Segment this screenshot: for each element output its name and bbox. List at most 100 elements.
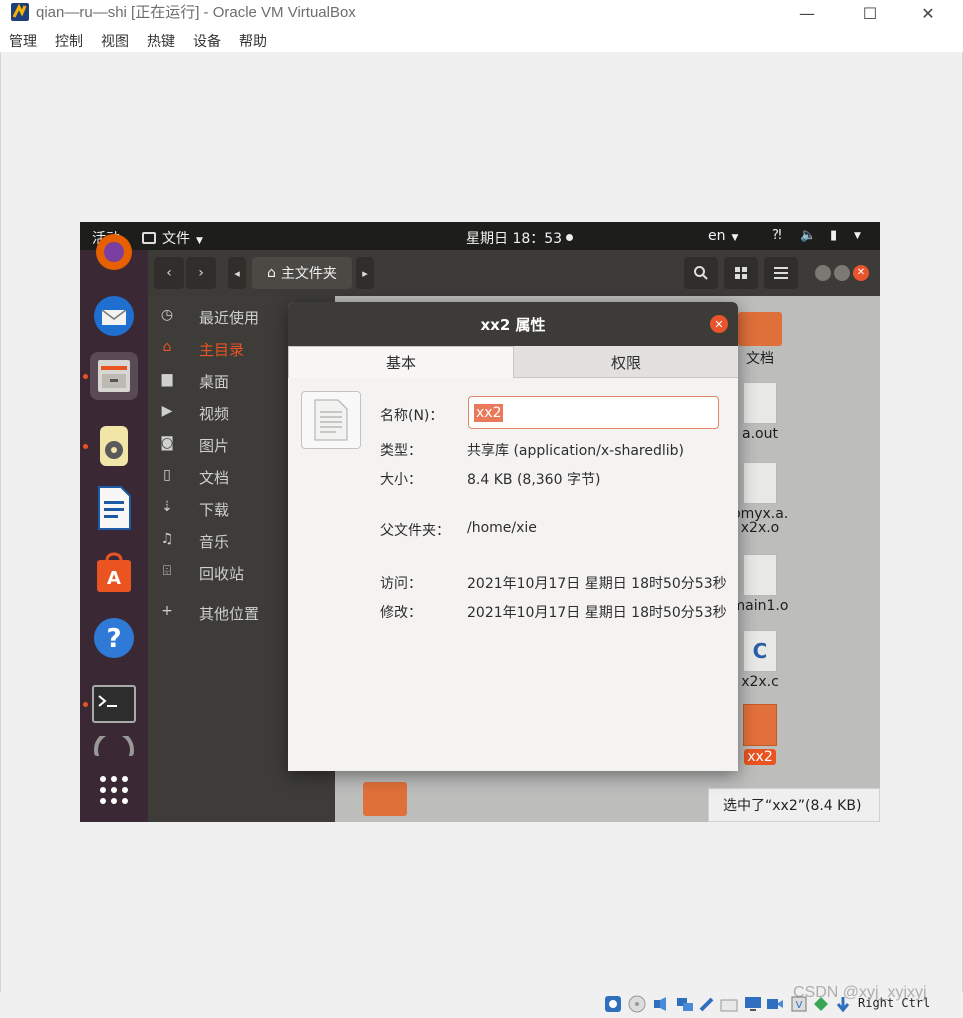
file-item-selected[interactable]: xx2 [730,704,790,765]
usb-icon[interactable] [698,995,716,1013]
c-source-icon: C [743,630,777,672]
running-indicator [83,702,88,707]
files-app-icon [142,232,156,244]
menu-button[interactable] [764,257,798,289]
rhythmbox-icon[interactable] [90,422,138,470]
file-label: x2x.c [741,674,779,690]
libreoffice-writer-icon[interactable] [90,484,138,532]
files-dock-icon[interactable] [90,352,138,400]
file-label: xx2 [744,749,776,765]
app-menu[interactable]: 文件 ▼ [142,228,203,248]
audio-icon[interactable] [652,995,670,1013]
terminal-icon[interactable] [90,680,138,728]
vbox-titlebar: qian—ru—shi [正在运行] - Oracle VM VirtualBo… [0,0,963,26]
clock-icon: ◷ [160,307,174,323]
show-applications-icon[interactable] [90,766,138,814]
window-title: qian—ru—shi [正在运行] - Oracle VM VirtualBo… [36,4,356,21]
file-item[interactable]: 文档 [730,312,790,368]
input-method-label: en [708,228,726,244]
file-label: 文档 [746,351,774,367]
file-preview-icon [301,391,361,449]
menu-devices[interactable]: 设备 [193,31,221,51]
file-icon [743,462,777,504]
modified-value: 2021年10月17日 星期日 18时50分53秒 [467,605,727,621]
name-field[interactable]: xx2 [468,396,719,429]
close-button[interactable]: ✕ [905,0,951,26]
properties-dialog: xx2 属性 ✕ 基本 权限 名称(N)： xx2 类型： 共享库 (appli… [288,302,738,771]
clock[interactable]: 星期日 18：53 [466,228,574,248]
sidebar-item-label: 最近使用 [199,309,260,327]
thunderbird-icon[interactable] [90,292,138,340]
file-item[interactable]: C x2x.c [730,630,790,690]
hard-disk-icon[interactable] [604,995,622,1013]
search-button[interactable] [684,257,718,289]
file-label: a.out [742,426,778,442]
tab-basic[interactable]: 基本 [288,346,514,378]
sidebar-item-label: 文档 [199,469,230,487]
download-icon: ⇣ [161,499,173,515]
firefox-icon[interactable] [90,228,138,276]
file-item[interactable] [355,782,415,816]
help-icon[interactable]: ? [90,614,138,662]
virtualbox-logo-icon [11,3,29,21]
fm-headerbar: ‹ › ◂ ⌂ 主文件夹 ▸ ✕ [148,250,880,296]
menu-help[interactable]: 帮助 [239,31,267,51]
menu-view[interactable]: 视图 [101,31,129,51]
optical-drive-icon[interactable] [628,995,646,1013]
shared-folder-icon[interactable] [720,995,738,1013]
forward-button[interactable]: › [186,257,216,289]
grid-view-icon [735,267,747,279]
app-menu-label: 文件 [162,231,190,247]
accessed-label: 访问： [380,576,422,592]
path-home-button[interactable]: ⌂ 主文件夹 [252,257,352,289]
ubuntu-software-icon[interactable]: A [90,548,138,596]
svg-text:A: A [107,568,121,589]
input-method[interactable]: en ▼ [708,228,738,244]
file-icon [743,554,777,596]
video-icon: ▶ [161,403,173,419]
minimize-icon[interactable] [815,265,831,281]
menu-manage[interactable]: 管理 [9,31,37,51]
dialog-close-button[interactable]: ✕ [710,315,728,333]
sidebar-item-label: 其他位置 [199,605,260,623]
accessed-value: 2021年10月17日 星期日 18时50分53秒 [467,576,727,592]
guest-screen: 活动 文件▼ 星期日 18：53 en▼ ⁈ 🔈 ▮ ▼ A [80,222,880,822]
menu-control[interactable]: 控制 [55,31,83,51]
back-button[interactable]: ‹ [154,257,184,289]
path-right-arrow[interactable]: ▸ [356,257,374,289]
tab-permissions[interactable]: 权限 [514,346,738,378]
type-value: 共享库 (application/x-sharedlib) [467,443,685,459]
maximize-button[interactable]: ☐ [847,0,893,26]
partial-app-icon[interactable] [90,736,138,756]
music-icon: ♫ [160,531,174,547]
camera-icon: ◙ [160,435,174,451]
folder-icon: ▆ [161,371,173,387]
sidebar-item-label: 下载 [199,501,230,519]
system-menu-caret-icon[interactable]: ▼ [854,231,861,241]
document-icon: ▯ [163,467,171,483]
parent-folder-label: 父文件夹： [380,523,450,539]
close-icon[interactable]: ✕ [853,265,869,281]
trash-icon: ⌹ [162,563,172,579]
dialog-tabs: 基本 权限 [288,346,738,378]
file-item[interactable]: a.out [730,382,790,442]
dialog-titlebar: xx2 属性 ✕ [288,302,738,346]
battery-icon[interactable]: ▮ [830,228,837,243]
network-icon[interactable]: ⁈ [772,228,782,243]
menu-hotkey[interactable]: 热键 [147,31,175,51]
network-adapter-icon[interactable] [676,995,694,1013]
display-icon[interactable] [744,995,762,1013]
volume-icon[interactable]: 🔈 [800,228,816,243]
minimize-button[interactable]: — [784,0,830,26]
clock-label: 星期日 18：53 [466,231,563,247]
path-left-arrow[interactable]: ◂ [228,257,246,289]
recording-icon[interactable] [766,995,784,1013]
sidebar-item-label: 视频 [199,405,230,423]
vbox-menubar: 管理 控制 视图 热键 设备 帮助 [0,26,963,52]
folder-icon [738,312,782,346]
sidebar-item-label: 音乐 [199,533,230,551]
view-toggle-button[interactable] [724,257,758,289]
home-icon: ⌂ [267,265,276,281]
maximize-icon[interactable] [834,265,850,281]
file-icon [743,382,777,424]
